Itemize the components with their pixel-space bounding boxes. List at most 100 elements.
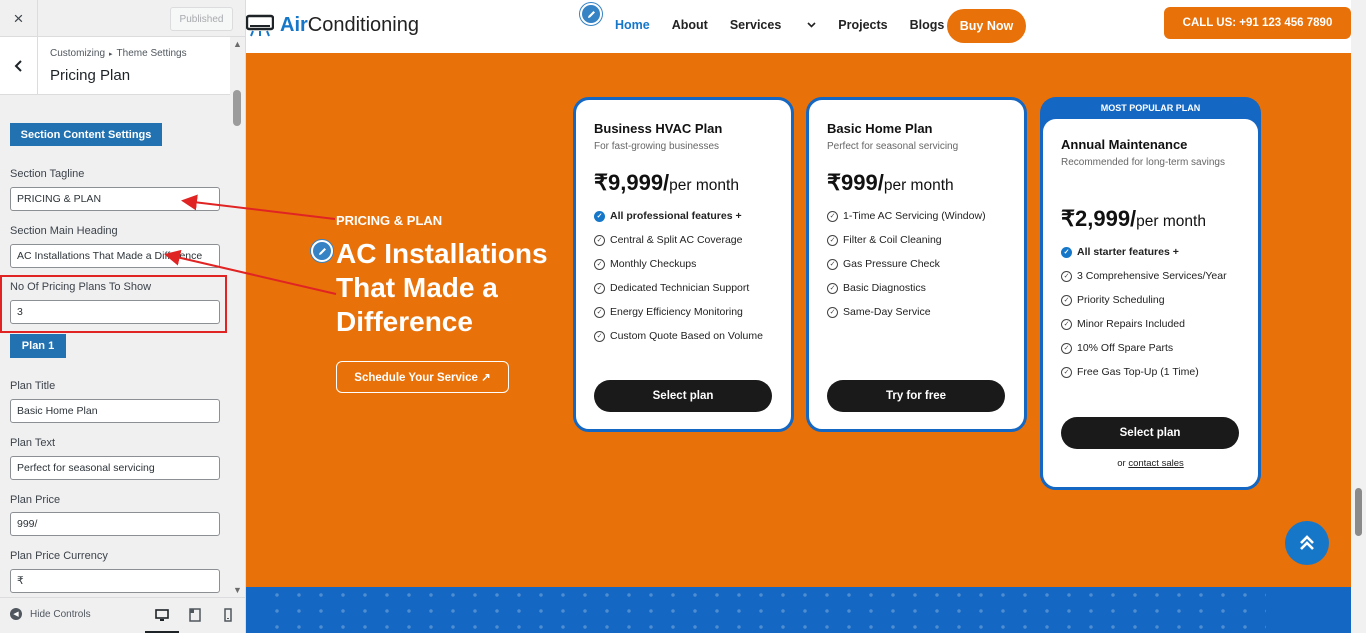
check-circle-icon: ✓ (827, 210, 838, 222)
feature-item: ✓ Same-Day Service (827, 306, 931, 318)
plan-price-amount: ₹9,999/ (594, 170, 670, 195)
pricing-card-annual-popular: MOST POPULAR PLAN Annual Maintenance Rec… (1040, 97, 1261, 490)
nav-about[interactable]: About (672, 18, 708, 32)
feature-item: ✓ All professional features + (594, 210, 742, 222)
plan-price-amount: ₹2,999/ (1061, 206, 1137, 231)
feature-item: ✓ Filter & Coil Cleaning (827, 234, 942, 246)
plan-price-input[interactable]: 999/ (10, 512, 220, 536)
scroll-to-top-button[interactable] (1285, 521, 1329, 565)
plan-title-input[interactable]: Basic Home Plan (10, 399, 220, 423)
feature-item: ✓ Free Gas Top-Up (1 Time) (1061, 366, 1199, 378)
preview-scroll-thumb[interactable] (1355, 488, 1362, 536)
feature-text: 3 Comprehensive Services/Year (1077, 270, 1227, 282)
contact-prefix: or (1117, 458, 1126, 469)
feature-item: ✓ Minor Repairs Included (1061, 318, 1185, 330)
feature-text: Filter & Coil Cleaning (843, 234, 942, 246)
feature-item: ✓ Custom Quote Based on Volume (594, 330, 763, 342)
plan-title: Business HVAC Plan (594, 121, 723, 136)
hide-controls-button[interactable]: ◀ Hide Controls (10, 608, 91, 620)
most-popular-badge: MOST POPULAR PLAN (1100, 103, 1201, 113)
nav-projects[interactable]: Projects (838, 18, 887, 32)
desktop-preview-icon[interactable] (155, 608, 169, 622)
pricing-card-annual: Annual Maintenance Recommended for long-… (1040, 116, 1261, 490)
feature-text: 1-Time AC Servicing (Window) (843, 210, 986, 222)
feature-text: 10% Off Spare Parts (1077, 342, 1174, 354)
customizer-controls: Section Content Settings Section Tagline… (0, 96, 230, 596)
plan-text-input[interactable]: Perfect for seasonal servicing (10, 456, 220, 480)
plan-currency-label: Plan Price Currency (10, 550, 108, 562)
nav-home[interactable]: Home (615, 18, 650, 32)
feature-item: ✓ 3 Comprehensive Services/Year (1061, 270, 1227, 282)
plan-currency-input[interactable]: ₹ (10, 569, 220, 593)
close-customizer-button[interactable]: × (0, 0, 38, 37)
feature-text: All starter features + (1077, 246, 1179, 258)
sidebar-scroll-thumb[interactable] (233, 90, 241, 126)
plan-title: Basic Home Plan (827, 121, 933, 136)
call-us-button[interactable]: CALL US: +91 123 456 7890 (1164, 7, 1351, 39)
buy-now-button[interactable]: Buy Now (947, 9, 1026, 43)
logo-text-air: Air (280, 13, 308, 36)
check-circle-icon: ✓ (827, 282, 838, 294)
pricing-heading: AC Installations That Made a Difference (336, 238, 548, 337)
check-circle-icon: ✓ (594, 234, 605, 246)
mobile-preview-icon[interactable] (221, 608, 235, 622)
check-circle-icon: ✓ (1061, 342, 1072, 354)
check-circle-icon: ✓ (1061, 366, 1072, 378)
feature-item: ✓ All starter features + (1061, 246, 1179, 258)
site-logo[interactable]: AirConditioning (246, 13, 419, 37)
try-for-free-button[interactable]: Try for free (827, 380, 1005, 412)
contact-sales-link[interactable]: contact sales (1128, 458, 1183, 469)
pricing-card-basic-home: Basic Home Plan Perfect for seasonal ser… (806, 97, 1027, 432)
check-circle-icon: ✓ (594, 258, 605, 270)
nav-services-label: Services (729, 18, 782, 32)
edit-shortcut-pencil-icon[interactable] (580, 3, 602, 25)
next-section-strip (246, 587, 1351, 633)
feature-item: ✓ Dedicated Technician Support (594, 282, 749, 294)
section-content-settings-button[interactable]: Section Content Settings (10, 123, 162, 146)
select-plan-button[interactable]: Select plan (1061, 417, 1239, 449)
dot-pattern (266, 587, 1266, 633)
feature-text: Priority Scheduling (1077, 294, 1165, 306)
scroll-down-icon[interactable]: ▼ (233, 585, 242, 595)
check-circle-icon: ✓ (1061, 270, 1072, 282)
feature-text: All professional features + (610, 210, 742, 222)
breadcrumb-root: Customizing (50, 48, 106, 59)
plan-price-label: Plan Price (10, 494, 61, 506)
scroll-up-icon[interactable]: ▲ (233, 39, 242, 49)
plan-text-label: Plan Text (10, 437, 56, 449)
plan-title: Annual Maintenance (1061, 137, 1188, 152)
check-circle-icon: ✓ (1061, 294, 1072, 306)
back-button[interactable] (0, 37, 38, 95)
feature-item: ✓ Priority Scheduling (1061, 294, 1165, 306)
contact-sales-line: or contact sales (1043, 458, 1258, 469)
publish-button[interactable]: Published (170, 7, 233, 31)
customizer-footer: ◀ Hide Controls (0, 597, 245, 633)
plan-price: ₹9,999/per month (594, 170, 739, 196)
feature-text: Gas Pressure Check (843, 258, 940, 270)
breadcrumb-separator-icon: ▸ (109, 51, 113, 58)
customizer-sidebar: × Published Customizing ▸ Theme Settings P… (0, 0, 246, 633)
check-circle-icon: ✓ (1061, 318, 1072, 330)
site-header: AirConditioning Home About Services Proj… (246, 0, 1351, 53)
check-circle-icon: ✓ (594, 306, 605, 318)
nav-services[interactable]: Services (730, 18, 816, 32)
arrow-left-circle-icon: ◀ (10, 608, 22, 620)
double-chevron-up-icon (1300, 535, 1314, 550)
verified-badge-icon: ✓ (1061, 246, 1072, 258)
tablet-preview-icon[interactable] (188, 608, 202, 622)
feature-item: ✓ Basic Diagnostics (827, 282, 926, 294)
edit-shortcut-pencil-icon[interactable] (311, 240, 333, 262)
nav-blogs-label: Blogs (909, 18, 945, 32)
plan-subtitle: Recommended for long-term savings (1061, 157, 1225, 168)
site-preview: AirConditioning Home About Services Proj… (246, 0, 1366, 633)
select-plan-button[interactable]: Select plan (594, 380, 772, 412)
preview-scrollbar[interactable] (1351, 0, 1366, 633)
tagline-input[interactable]: PRICING & PLAN (10, 187, 220, 211)
schedule-service-button[interactable]: Schedule Your Service ↗ (336, 361, 509, 393)
plans-count-input[interactable]: 3 (10, 300, 220, 324)
plan-1-button[interactable]: Plan 1 (10, 334, 66, 358)
sidebar-scrollbar[interactable]: ▲ ▼ (230, 37, 245, 597)
main-heading-input[interactable]: AC Installations That Made a Difference (10, 244, 220, 268)
hide-controls-label: Hide Controls (30, 608, 91, 620)
close-icon: × (13, 8, 24, 28)
